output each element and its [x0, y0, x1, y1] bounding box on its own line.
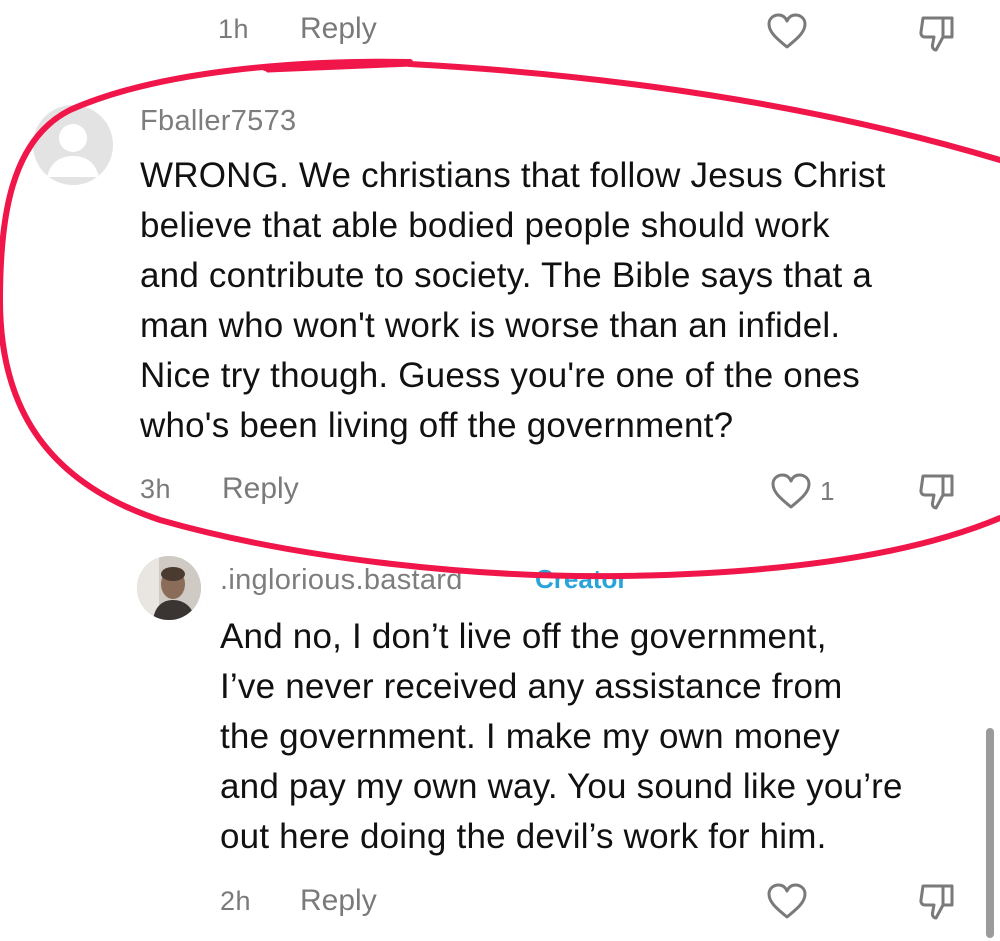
comment-text-line: believe that able bodied people should w… [140, 206, 830, 245]
creator-badge: Creator [535, 564, 628, 594]
comment-timestamp: 3h [140, 474, 172, 504]
reply-button[interactable]: Reply [300, 12, 377, 46]
heart-outline-icon[interactable] [770, 472, 812, 510]
reply-text-line: and pay my own way. You sound like you’r… [220, 767, 903, 806]
scrollbar[interactable] [986, 728, 994, 938]
heart-outline-icon[interactable] [766, 882, 808, 920]
reply-button[interactable]: Reply [300, 884, 377, 918]
dislike-icon[interactable] [916, 880, 958, 922]
reply-text: And no, I don’t live off the government,… [220, 612, 990, 862]
like-count: 1 [820, 476, 835, 506]
dislike-icon[interactable] [916, 470, 958, 512]
comment-text-line: man who won't work is worse than an infi… [140, 306, 841, 345]
heart-outline-icon[interactable] [766, 12, 808, 50]
comment-timestamp: 1h [218, 14, 250, 44]
default-avatar-icon [33, 105, 113, 185]
avatar[interactable] [33, 105, 113, 185]
reply-timestamp: 2h [220, 886, 252, 916]
user-photo-icon [137, 556, 201, 620]
reply-button[interactable]: Reply [222, 472, 299, 506]
avatar[interactable] [137, 556, 201, 620]
reply-text-line: the government. I make my own money [220, 717, 840, 756]
comment-text-line: and contribute to society. The Bible say… [140, 256, 873, 295]
dislike-icon[interactable] [916, 12, 958, 54]
comment-text-line: Nice try though. Guess you're one of the… [140, 356, 860, 395]
comment-text: WRONG. We christians that follow Jesus C… [140, 151, 1000, 451]
comment-text-line: who's been living off the government? [140, 406, 734, 445]
comment-username[interactable]: Fballer7573 [140, 105, 296, 138]
reply-username[interactable]: .inglorious.bastard [220, 564, 463, 597]
comment-text-line: WRONG. We christians that follow Jesus C… [140, 156, 886, 195]
reply-text-line: And no, I don’t live off the government, [220, 617, 827, 656]
reply-text-line: I’ve never received any assistance from [220, 667, 843, 706]
reply-text-line: out here doing the devil’s work for him. [220, 817, 827, 856]
